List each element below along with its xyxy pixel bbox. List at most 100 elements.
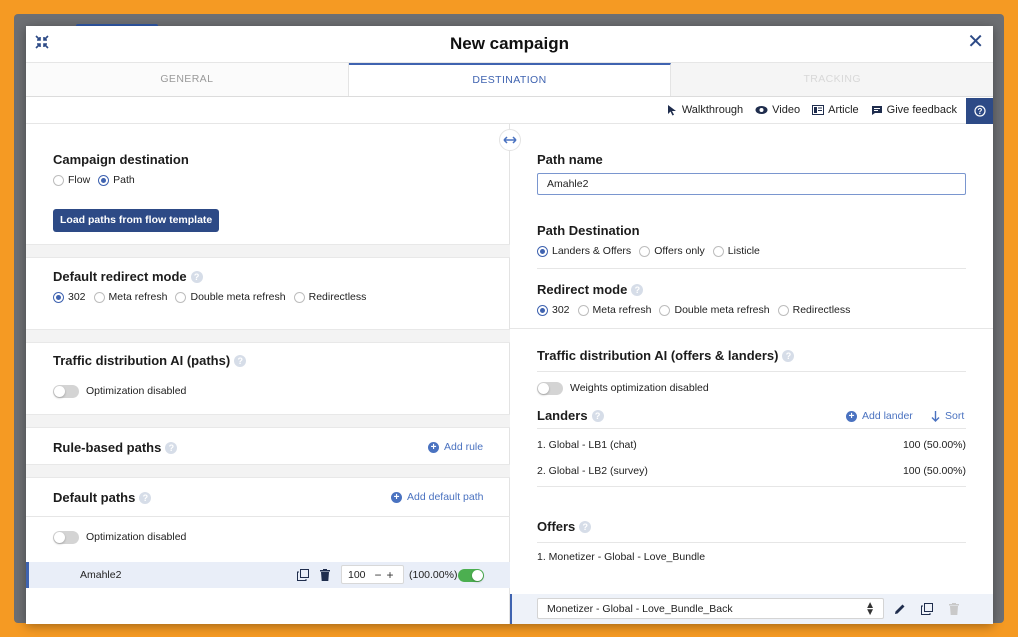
radio-indicator — [537, 304, 548, 316]
radio-landers-offers[interactable]: Landers & Offers — [537, 245, 631, 257]
redirect-mode-title: Redirect mode? — [537, 282, 644, 297]
pencil-icon[interactable] — [893, 602, 907, 616]
tab-bar: GENERAL DESTINATION TRACKING — [26, 63, 993, 97]
copy-icon[interactable] — [920, 602, 934, 616]
feedback-icon — [871, 105, 882, 115]
default-paths-title: Default paths? — [53, 490, 152, 505]
arrows-horizontal-icon — [503, 136, 517, 144]
offers-title: Offers? — [537, 519, 592, 534]
help-icon[interactable]: ? — [579, 521, 592, 533]
close-icon[interactable]: ✕ — [967, 32, 984, 52]
radio-redirectless[interactable]: Redirectless — [293, 291, 366, 303]
cursor-icon — [667, 105, 676, 116]
default-paths-optimization-toggle[interactable] — [53, 531, 79, 544]
path-weight-stepper[interactable]: 100 − + — [341, 565, 404, 584]
radio-offers-only[interactable]: Offers only — [639, 245, 705, 257]
radio-indicator — [659, 304, 671, 316]
default-redirect-radios: 302 Meta refresh Double meta refresh Red… — [53, 291, 366, 303]
path-name-input[interactable] — [537, 173, 966, 195]
radio-path[interactable]: Path — [98, 174, 135, 186]
default-paths-optimization-label: Optimization disabled — [86, 531, 187, 543]
table-row[interactable]: Amahle2 100 − + (100.00%) — [26, 562, 510, 588]
add-default-path-button[interactable]: + Add default path — [391, 491, 483, 503]
rule-based-paths-label: Rule-based paths — [53, 440, 162, 455]
question-icon: ? — [973, 105, 986, 117]
help-icon[interactable]: ? — [782, 350, 795, 362]
weights-optimization-toggle[interactable] — [537, 382, 563, 395]
divider — [537, 542, 966, 543]
tab-tracking[interactable]: TRACKING — [671, 63, 993, 96]
article-icon — [812, 105, 825, 115]
walkthrough-link[interactable]: Walkthrough — [667, 104, 743, 116]
traffic-ai-offers-label: Traffic distribution AI (offers & lander… — [537, 348, 779, 363]
paths-optimization-toggle[interactable] — [53, 385, 79, 398]
walkthrough-label: Walkthrough — [681, 104, 744, 116]
traffic-ai-paths-title: Traffic distribution AI (paths)? — [53, 353, 247, 368]
add-default-path-label: Add default path — [407, 491, 484, 503]
minus-icon[interactable]: − — [372, 568, 384, 582]
trash-icon[interactable] — [947, 602, 961, 616]
radio-indicator — [53, 174, 64, 186]
radio-double-meta-refresh[interactable]: Double meta refresh — [175, 291, 286, 303]
help-icon[interactable]: ? — [631, 284, 644, 296]
divider — [537, 428, 966, 429]
video-label: Video — [772, 104, 801, 116]
radio-302[interactable]: 302 — [53, 291, 86, 303]
modal-header: New campaign ✕ — [26, 26, 993, 63]
offer-select[interactable]: Monetizer - Global - Love_Bundle_Back ▲ ▼ — [537, 598, 884, 619]
offer-select-value: Monetizer - Global - Love_Bundle_Back — [547, 603, 733, 615]
radio-302[interactable]: 302 — [537, 304, 570, 316]
path-weight-value[interactable]: 100 — [348, 569, 372, 581]
help-icon[interactable]: ? — [139, 492, 152, 504]
plus-icon[interactable]: + — [384, 568, 396, 582]
radio-double-meta-refresh[interactable]: Double meta refresh — [659, 304, 770, 316]
default-redirect-label: Default redirect mode — [53, 269, 187, 284]
lander-weight: 100 (50.00%) — [902, 439, 966, 451]
trash-icon[interactable] — [318, 568, 332, 582]
sort-button[interactable]: Sort — [931, 410, 964, 422]
modal-title: New campaign — [449, 34, 570, 53]
radio-meta-refresh[interactable]: Meta refresh — [93, 291, 168, 303]
add-lander-label: Add lander — [862, 410, 913, 422]
radio-redirectless[interactable]: Redirectless — [777, 304, 850, 316]
radio-label: Flow — [68, 174, 91, 186]
help-icon[interactable]: ? — [234, 355, 247, 367]
list-item[interactable]: 1. Monetizer - Global - Love_Bundle — [537, 551, 966, 563]
landers-label: Landers — [537, 408, 588, 423]
plus-icon: + — [846, 410, 857, 422]
default-redirect-title: Default redirect mode? — [53, 269, 203, 284]
path-destination-title: Path Destination — [537, 223, 640, 238]
panel-resize-handle[interactable] — [499, 129, 521, 151]
section-divider — [26, 329, 510, 343]
help-button[interactable]: ? — [966, 98, 993, 124]
feedback-link[interactable]: Give feedback — [871, 104, 957, 116]
campaign-destination-title: Campaign destination — [53, 152, 189, 167]
radio-meta-refresh[interactable]: Meta refresh — [577, 304, 651, 316]
list-item[interactable]: 2. Global - LB2 (survey) 100 (50.00%) — [537, 465, 966, 477]
help-icon[interactable]: ? — [190, 271, 203, 283]
copy-icon[interactable] — [296, 568, 310, 582]
eye-icon — [755, 106, 768, 114]
article-link[interactable]: Article — [812, 104, 859, 116]
radio-listicle[interactable]: Listicle — [712, 245, 760, 257]
list-item[interactable]: 1. Global - LB1 (chat) 100 (50.00%) — [537, 439, 966, 451]
radio-indicator — [712, 245, 724, 257]
radio-flow[interactable]: Flow — [53, 174, 90, 186]
tab-general[interactable]: GENERAL — [26, 63, 349, 96]
default-paths-label: Default paths — [53, 490, 136, 505]
load-paths-button[interactable]: Load paths from flow template — [53, 209, 220, 232]
video-link[interactable]: Video — [755, 104, 800, 116]
add-rule-button[interactable]: + Add rule — [428, 441, 483, 453]
divider — [537, 268, 966, 269]
help-icon[interactable]: ? — [591, 410, 604, 422]
add-lander-button[interactable]: + Add lander — [846, 410, 913, 422]
path-active-toggle[interactable] — [458, 569, 484, 582]
path-name-title: Path name — [537, 152, 603, 167]
radio-label: Meta refresh — [108, 291, 168, 303]
svg-text:?: ? — [977, 107, 982, 116]
radio-indicator — [293, 291, 305, 303]
radio-indicator — [93, 291, 105, 303]
section-divider — [26, 414, 510, 428]
help-icon[interactable]: ? — [165, 442, 178, 454]
tab-destination[interactable]: DESTINATION — [348, 63, 672, 96]
